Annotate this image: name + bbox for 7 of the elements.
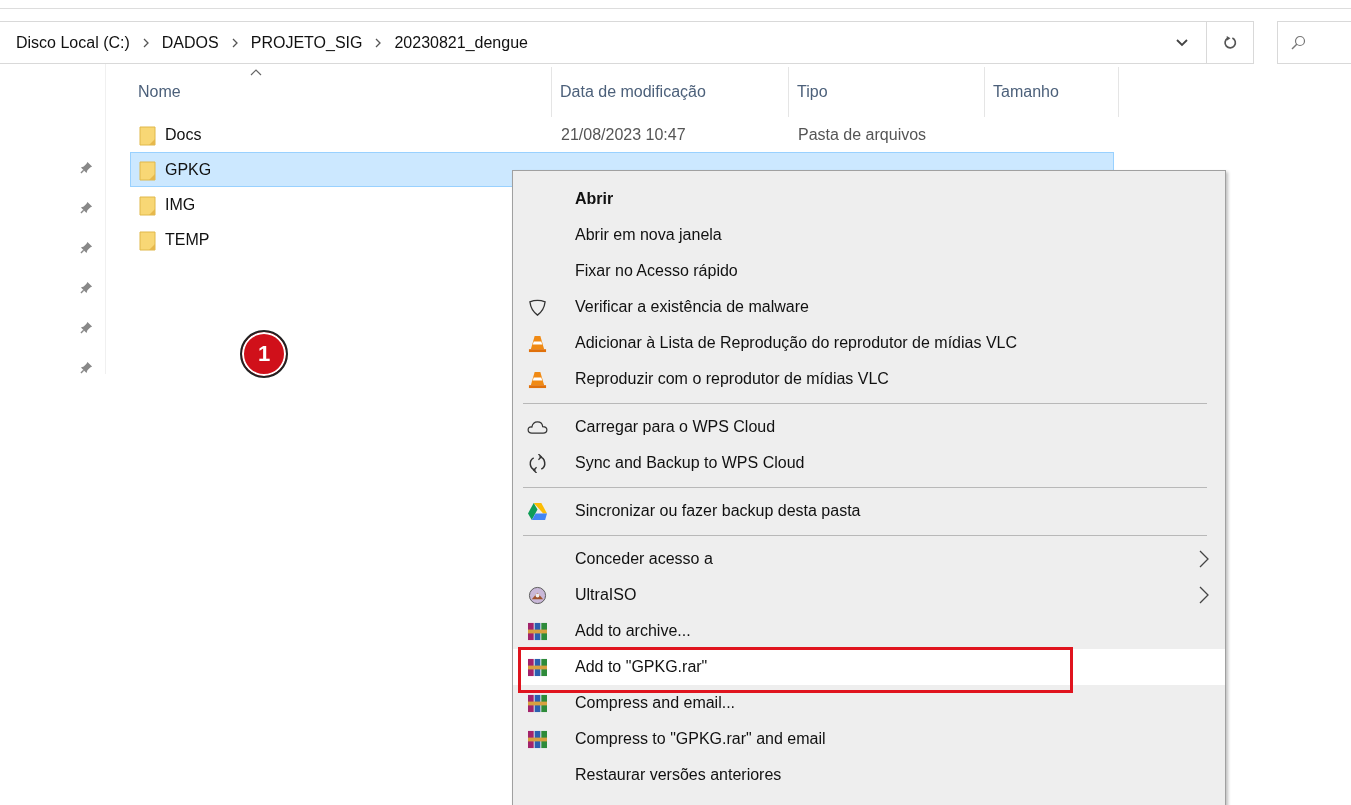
file-type: Pasta de arquivos xyxy=(798,125,927,143)
file-name: TEMP xyxy=(165,230,210,249)
file-name: GPKG xyxy=(165,160,212,179)
file-name: Docs xyxy=(165,125,202,144)
modified-date: 21/08/2023 10:47 xyxy=(561,125,686,143)
step-badge: 1 xyxy=(240,330,288,378)
file-name: IMG xyxy=(165,195,196,214)
